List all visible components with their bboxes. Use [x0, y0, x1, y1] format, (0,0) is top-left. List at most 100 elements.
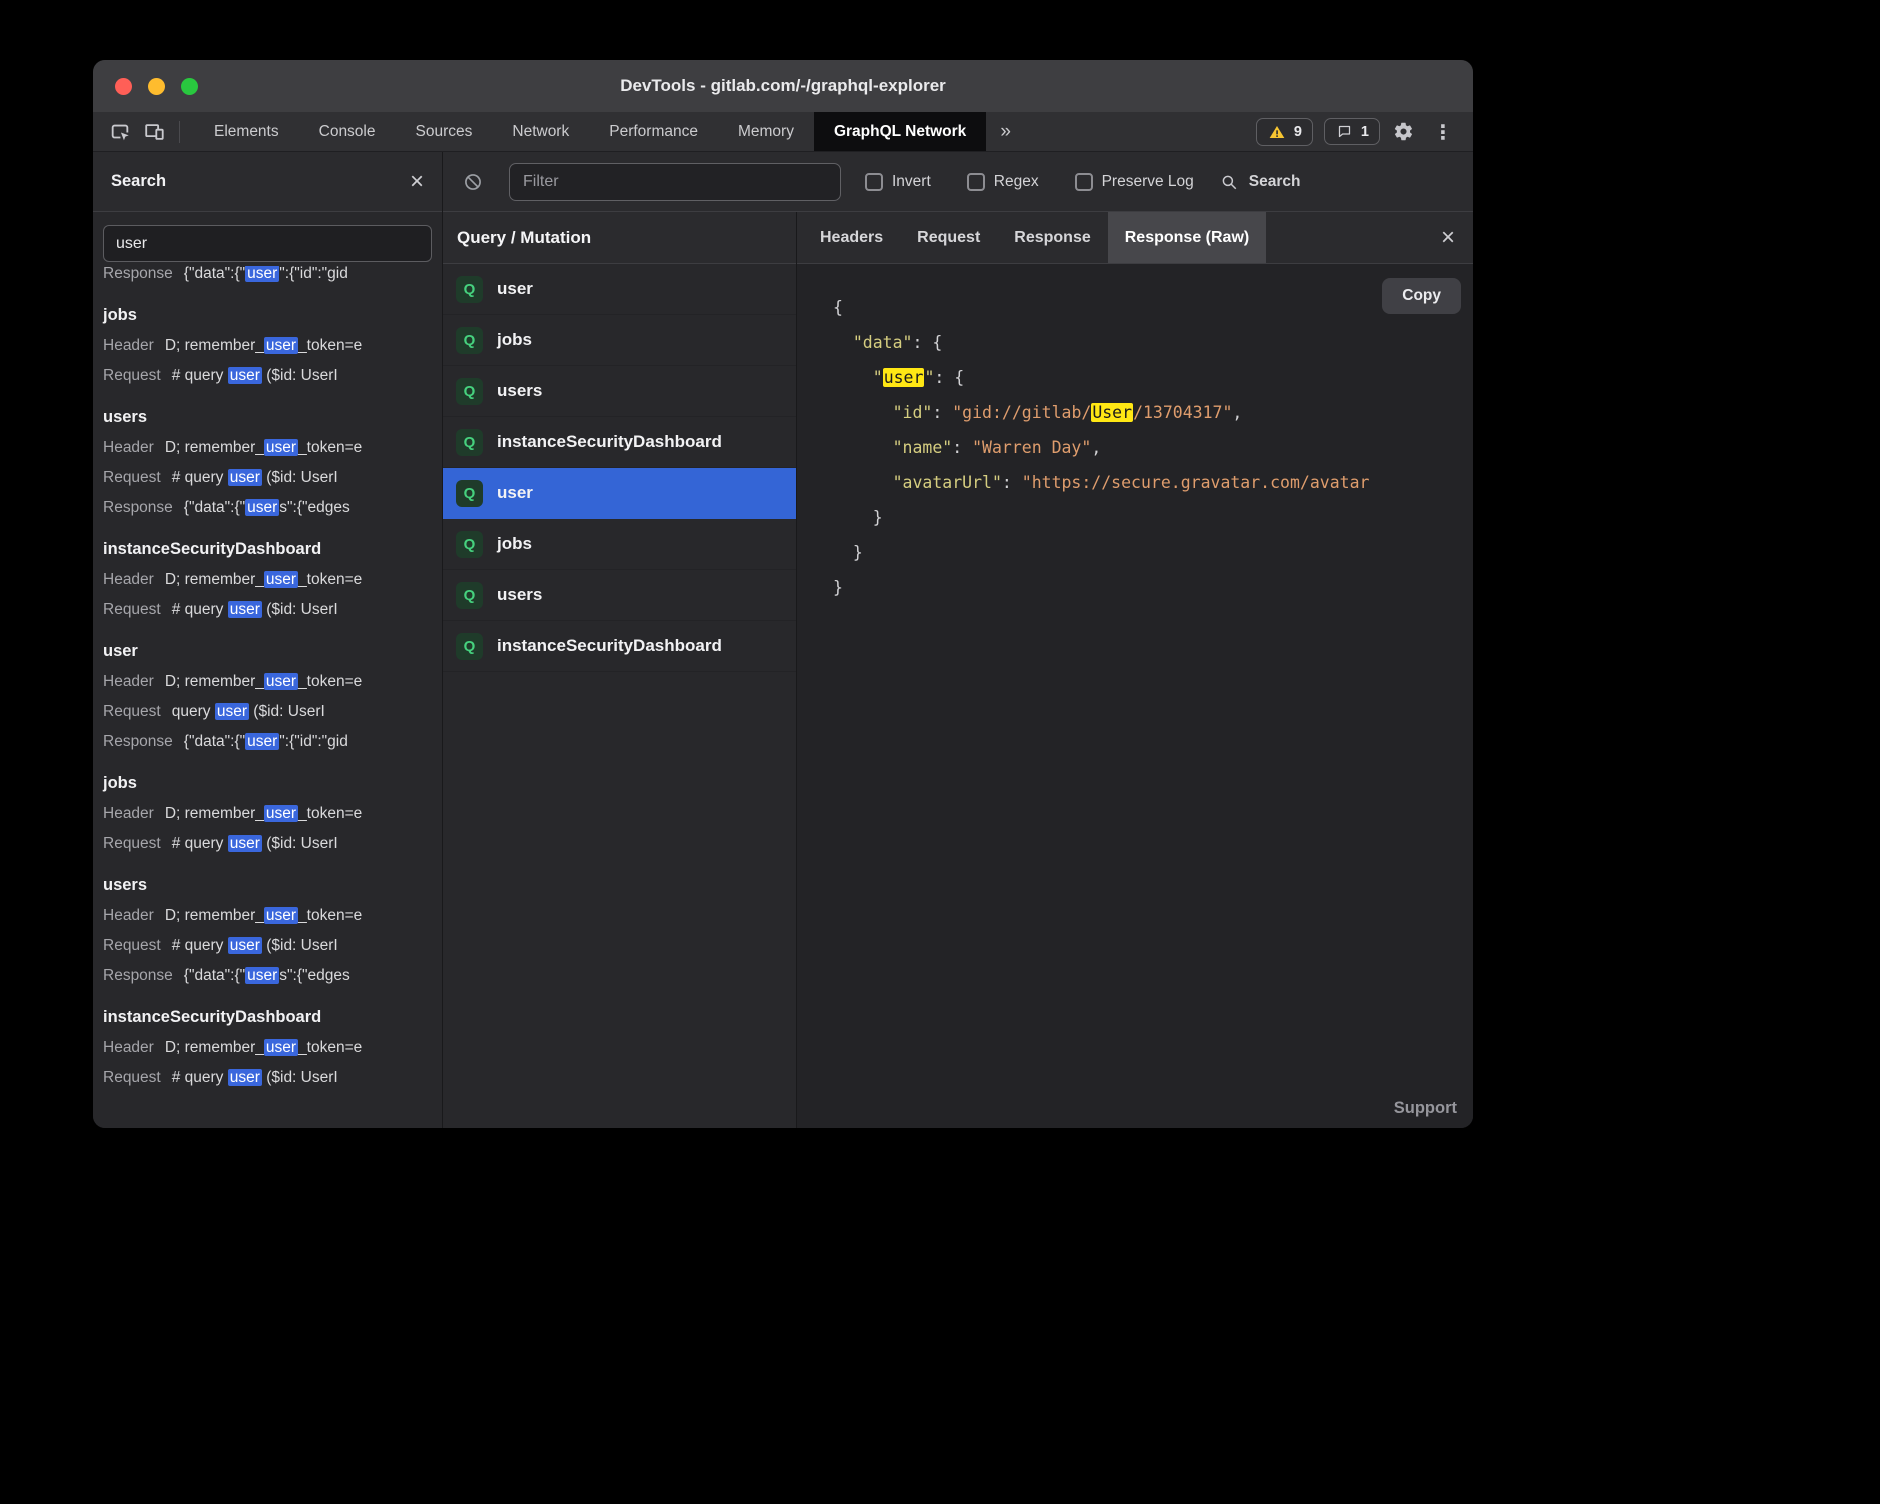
main-split: Search × Response{"data":{"user":{"id":"…: [93, 152, 1473, 1128]
clear-block-icon[interactable]: [461, 170, 485, 194]
more-tabs-chevron[interactable]: »: [986, 112, 1025, 151]
search-match-highlight: user: [228, 835, 262, 852]
result-line-value: D; remember_user_token=e: [165, 907, 362, 924]
messages-badge[interactable]: 1: [1324, 118, 1380, 145]
json-line: {: [833, 290, 1473, 325]
search-input[interactable]: [103, 225, 432, 262]
kebab-menu-icon[interactable]: ⋮: [1427, 120, 1459, 144]
checkbox-box: [967, 173, 985, 191]
json-line: }: [833, 535, 1473, 570]
result-line-value: query user ($id: UserI: [172, 703, 325, 720]
checkbox-regex[interactable]: Regex: [967, 173, 1039, 191]
search-result-line[interactable]: HeaderD; remember_user_token=e: [103, 799, 432, 829]
checkbox-invert[interactable]: Invert: [865, 173, 931, 191]
minimize-window-button[interactable]: [148, 78, 165, 95]
filter-input[interactable]: [509, 163, 841, 201]
text-fragment: D; remember_: [165, 907, 264, 924]
devtools-tab-network[interactable]: Network: [492, 112, 589, 151]
search-result-line[interactable]: HeaderD; remember_user_token=e: [103, 667, 432, 697]
devtools-tab-elements[interactable]: Elements: [194, 112, 299, 151]
support-link[interactable]: Support: [1394, 1099, 1457, 1118]
text-fragment: D; remember_: [165, 1039, 264, 1056]
json-token: "id": [893, 403, 933, 422]
search-result-line[interactable]: Response{"data":{"users":{"edges: [103, 961, 432, 991]
result-line-label: Request: [103, 937, 161, 954]
json-token: :: [932, 403, 952, 422]
settings-gear-icon[interactable]: [1391, 119, 1416, 144]
search-result-line[interactable]: Request# query user ($id: UserI: [103, 829, 432, 859]
query-list: QuserQjobsQusersQinstanceSecurityDashboa…: [443, 264, 796, 672]
toolbar-search-toggle[interactable]: Search: [1218, 171, 1301, 193]
query-list-item-user[interactable]: Quser: [443, 264, 796, 315]
query-list-item-instancesecuritydashboard[interactable]: QinstanceSecurityDashboard: [443, 417, 796, 468]
json-token: "data": [853, 333, 913, 352]
result-line-label: Header: [103, 805, 154, 822]
query-list-item-jobs[interactable]: Qjobs: [443, 519, 796, 570]
search-result-line[interactable]: Request# query user ($id: UserI: [103, 931, 432, 961]
query-type-badge: Q: [456, 480, 483, 507]
search-result-line[interactable]: HeaderD; remember_user_token=e: [103, 901, 432, 931]
inspect-element-icon[interactable]: [107, 119, 133, 145]
result-line-label: Header: [103, 337, 154, 354]
search-result-line[interactable]: Request# query user ($id: UserI: [103, 1063, 432, 1093]
devtools-tab-sources[interactable]: Sources: [396, 112, 493, 151]
detail-tabs: HeadersRequestResponseResponse (Raw) ×: [797, 212, 1473, 264]
text-fragment: ($id: UserI: [262, 601, 338, 618]
detail-tab-request[interactable]: Request: [900, 212, 997, 263]
json-line: "id": "gid://gitlab/User/13704317",: [833, 395, 1473, 430]
toolbar-checkboxes: Invert Regex Preserve Log: [865, 173, 1194, 191]
search-result-line[interactable]: HeaderD; remember_user_token=e: [103, 1033, 432, 1063]
device-toolbar-icon[interactable]: [141, 119, 167, 145]
query-list-item-label: jobs: [497, 330, 532, 350]
search-result-line[interactable]: Request# query user ($id: UserI: [103, 463, 432, 493]
text-fragment: ($id: UserI: [262, 1069, 338, 1086]
result-line-value: D; remember_user_token=e: [165, 1039, 362, 1056]
devtools-tab-graphql-network[interactable]: GraphQL Network: [814, 112, 986, 151]
text-fragment: ($id: UserI: [249, 703, 325, 720]
search-result-line[interactable]: HeaderD; remember_user_token=e: [103, 331, 432, 361]
search-result-line[interactable]: HeaderD; remember_user_token=e: [103, 433, 432, 463]
text-fragment: # query: [172, 937, 228, 954]
query-list-item-users[interactable]: Qusers: [443, 570, 796, 621]
detail-tab-response[interactable]: Response: [997, 212, 1107, 263]
warning-icon: [1267, 122, 1287, 142]
text-fragment: _token=e: [298, 1039, 362, 1056]
query-list-item-users[interactable]: Qusers: [443, 366, 796, 417]
search-result-line[interactable]: Request# query user ($id: UserI: [103, 361, 432, 391]
zoom-window-button[interactable]: [181, 78, 198, 95]
devtools-tab-console[interactable]: Console: [299, 112, 396, 151]
close-window-button[interactable]: [115, 78, 132, 95]
query-list-item-user[interactable]: Quser: [443, 468, 796, 519]
search-result-line[interactable]: Response{"data":{"user":{"id":"gid: [103, 266, 432, 289]
search-result-line[interactable]: Requestquery user ($id: UserI: [103, 697, 432, 727]
query-list-item-jobs[interactable]: Qjobs: [443, 315, 796, 366]
query-list-item-label: jobs: [497, 534, 532, 554]
text-fragment: _token=e: [298, 439, 362, 456]
search-match-highlight: user: [245, 967, 279, 984]
text-fragment: s":{"edges: [279, 499, 349, 516]
search-match-highlight: user: [228, 601, 262, 618]
json-token: {: [932, 333, 942, 352]
close-search-pane-icon[interactable]: ×: [410, 170, 424, 194]
detail-tab-response-raw[interactable]: Response (Raw): [1108, 212, 1266, 263]
search-result-line[interactable]: HeaderD; remember_user_token=e: [103, 565, 432, 595]
search-result-line[interactable]: Response{"data":{"user":{"id":"gid: [103, 727, 432, 757]
warnings-badge[interactable]: 9: [1256, 118, 1313, 146]
detail-tab-headers[interactable]: Headers: [803, 212, 900, 263]
search-result-line[interactable]: Response{"data":{"users":{"edges: [103, 493, 432, 523]
search-match-highlight: user: [264, 439, 298, 456]
copy-button[interactable]: Copy: [1382, 278, 1461, 314]
search-result-line[interactable]: Request# query user ($id: UserI: [103, 595, 432, 625]
query-type-badge: Q: [456, 429, 483, 456]
query-list-item-instancesecuritydashboard[interactable]: QinstanceSecurityDashboard: [443, 621, 796, 672]
search-match-highlight: user: [228, 937, 262, 954]
checkbox-preserve-log[interactable]: Preserve Log: [1075, 173, 1194, 191]
search-result-title: instanceSecurityDashboard: [103, 537, 432, 561]
text-fragment: _token=e: [298, 907, 362, 924]
text-fragment: D; remember_: [165, 571, 264, 588]
devtools-tab-performance[interactable]: Performance: [589, 112, 718, 151]
devtools-tab-memory[interactable]: Memory: [718, 112, 814, 151]
close-detail-pane-icon[interactable]: ×: [1423, 212, 1473, 263]
tabbar-icons: [93, 112, 194, 151]
query-list-item-label: users: [497, 585, 542, 605]
